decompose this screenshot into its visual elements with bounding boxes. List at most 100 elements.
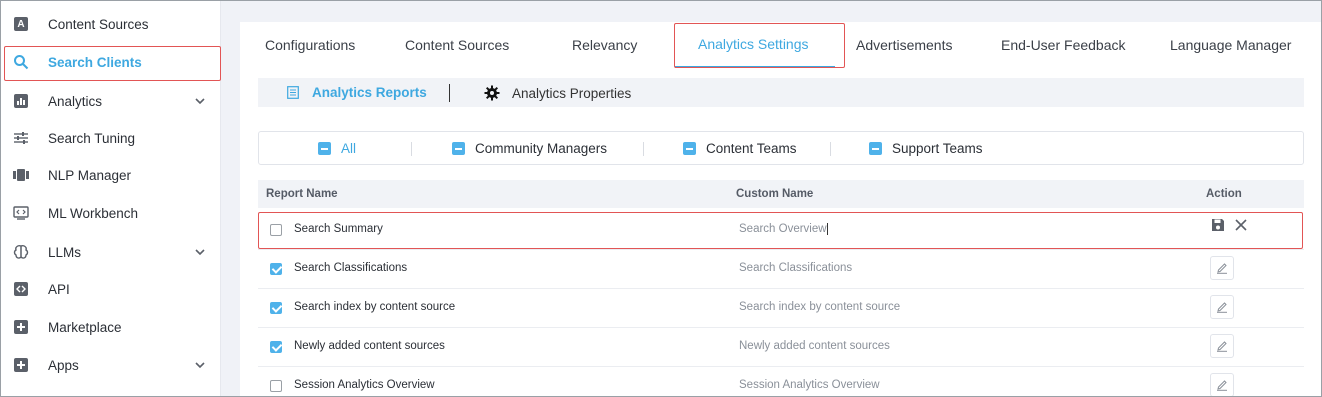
checkbox-indeterminate[interactable] [452,142,465,155]
reports-table: Report Name Custom Name Action Search Su… [258,180,1304,397]
sliders-icon [13,130,29,146]
filter-community-managers[interactable]: Community Managers [452,141,607,156]
tab-content-sources[interactable]: Content Sources [405,37,509,53]
plus-box-icon [13,357,29,373]
analytics-icon [13,93,29,109]
active-tab-indicator [675,66,835,68]
sidebar-item-search-tuning[interactable]: Search Tuning [1,120,221,156]
pencil-icon [1217,341,1227,352]
column-header-custom-name: Custom Name [736,188,814,200]
subtab-label: Analytics Reports [312,85,427,100]
subtab-analytics-properties[interactable]: Analytics Properties [484,85,631,101]
tab-relevancy[interactable]: Relevancy [572,37,637,53]
custom-name-value: Search Overview [739,223,827,236]
column-header-report-name: Report Name [266,188,338,200]
sidebar-item-api[interactable]: API [1,271,221,307]
filter-label: All [341,141,357,156]
text-cursor [826,223,828,235]
filter-label: Support Teams [892,141,983,156]
custom-name: Newly added content sources [739,340,890,352]
filter-support-teams[interactable]: Support Teams [869,141,983,156]
sidebar-item-label: Apps [48,357,79,373]
custom-name: Search Classifications [739,262,853,274]
custom-name: Session Analytics Overview [739,379,880,391]
divider [411,142,412,156]
sidebar-item-label: Marketplace [48,319,122,335]
report-name: Search index by content source [294,301,456,313]
tab-advertisements[interactable]: Advertisements [856,37,952,53]
custom-name: Search index by content source [739,301,901,313]
tab-end-user-feedback[interactable]: End-User Feedback [1001,37,1126,53]
pencil-icon [1217,302,1227,313]
tab-bar: Configurations Content Sources Relevancy… [240,22,1321,69]
save-icon[interactable] [1210,217,1226,236]
sidebar-item-label: API [48,281,70,297]
edit-button[interactable] [1210,256,1234,280]
edit-button[interactable] [1210,295,1234,319]
search-icon [13,54,29,70]
row-checkbox[interactable] [270,380,282,392]
checkbox-indeterminate[interactable] [683,142,696,155]
sidebar-item-analytics[interactable]: Analytics [1,83,221,119]
brain-icon [13,244,29,260]
report-name: Search Classifications [294,262,408,274]
plus-box-icon [13,319,29,335]
row-checkbox[interactable] [270,263,282,275]
close-icon[interactable] [1234,218,1248,235]
subtab-label: Analytics Properties [512,85,632,101]
report-name: Search Summary [294,223,383,235]
sidebar-item-label: Search Tuning [48,130,136,146]
sidebar: A Content Sources Search Clients Analyti… [1,1,221,396]
subtab-analytics-reports[interactable]: Analytics Reports [287,85,427,100]
edit-button[interactable] [1210,334,1234,358]
sidebar-item-marketplace[interactable]: Marketplace [1,309,221,345]
sidebar-item-label: NLP Manager [48,167,132,183]
table-row: Newly added content sources Newly added … [258,328,1304,367]
column-header-action: Action [1206,188,1242,200]
content-sources-glyph: A [14,17,28,31]
checkbox-indeterminate[interactable] [318,142,331,155]
divider [643,142,644,156]
audience-filter-bar: All Community Managers Content Teams Sup… [258,131,1304,165]
filter-label: Content Teams [706,141,797,156]
tab-analytics-settings[interactable]: Analytics Settings [698,36,809,52]
sidebar-item-label: Content Sources [48,16,149,32]
tab-configurations[interactable]: Configurations [265,37,355,53]
sidebar-item-nlp-manager[interactable]: NLP Manager [1,157,221,193]
nlp-icon [13,167,29,183]
main-panel: Configurations Content Sources Relevancy… [240,22,1321,397]
divider [449,84,450,102]
sidebar-item-ml-workbench[interactable]: ML Workbench [1,195,221,231]
sidebar-item-llms[interactable]: LLMs [1,234,221,270]
chevron-down-icon[interactable] [193,245,207,259]
custom-name-input[interactable]: Search Overview [739,223,828,235]
sidebar-item-content-sources[interactable]: A Content Sources [1,6,221,42]
sidebar-item-apps[interactable]: Apps [1,347,221,383]
row-checkbox[interactable] [270,302,282,314]
sidebar-item-label: ML Workbench [48,205,139,221]
checkbox-indeterminate[interactable] [869,142,882,155]
filter-content-teams[interactable]: Content Teams [683,141,797,156]
pencil-icon [1217,263,1227,274]
filter-all[interactable]: All [318,141,356,156]
content-sources-icon: A [13,16,29,32]
ml-workbench-icon [13,205,29,221]
table-row: Search index by content source Search in… [258,289,1304,328]
api-icon [13,281,29,297]
table-row: Session Analytics Overview Session Analy… [258,367,1304,397]
divider [830,142,831,156]
chevron-down-icon[interactable] [193,94,207,108]
tab-language-manager[interactable]: Language Manager [1170,37,1291,53]
sidebar-item-label: LLMs [48,244,82,260]
row-checkbox[interactable] [270,224,282,236]
pencil-icon [1217,380,1227,391]
row-checkbox[interactable] [270,341,282,353]
gear-icon [484,85,500,101]
edit-button[interactable] [1210,373,1234,397]
filter-label: Community Managers [475,141,608,156]
report-name: Newly added content sources [294,340,445,352]
sidebar-item-search-clients[interactable]: Search Clients [1,44,221,80]
chevron-down-icon[interactable] [193,358,207,372]
sidebar-item-label: Analytics [48,93,103,109]
table-row: Search Summary Search Overview [258,211,1304,250]
